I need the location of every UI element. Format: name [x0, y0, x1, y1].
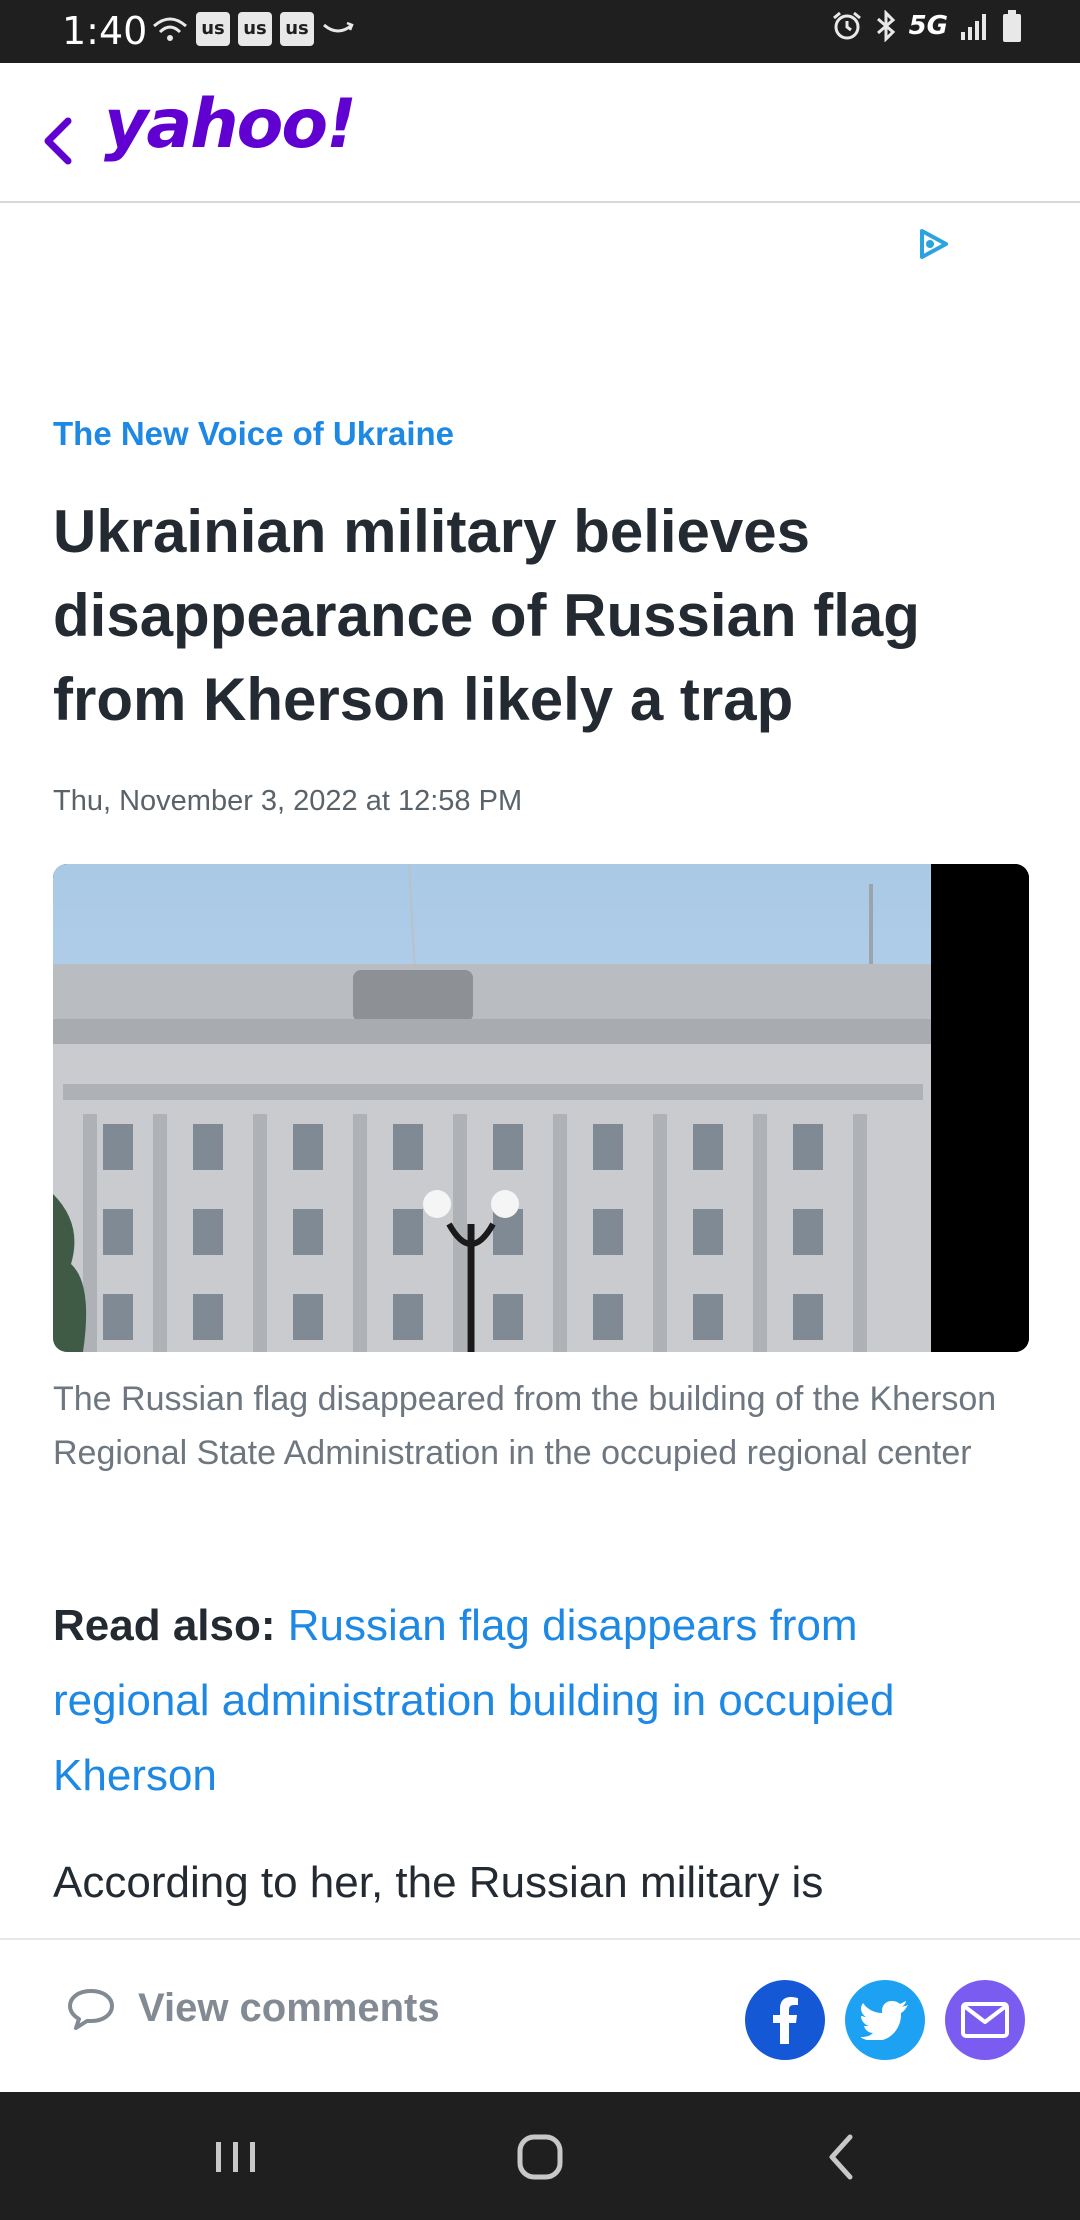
- comment-icon: [68, 1988, 114, 2030]
- back-icon[interactable]: [802, 2122, 882, 2192]
- share-twitter-button[interactable]: [845, 1980, 925, 2060]
- app-header: yahoo!: [0, 63, 1080, 203]
- system-nav-bar: [0, 2092, 1080, 2220]
- yahoo-logo[interactable]: yahoo!: [104, 85, 357, 164]
- share-facebook-button[interactable]: [745, 1980, 825, 2060]
- ad-slot: [0, 203, 1080, 383]
- article-image[interactable]: [53, 864, 1029, 1352]
- battery-icon: [1003, 10, 1021, 42]
- us-app-icon: us: [238, 12, 272, 46]
- article-source[interactable]: The New Voice of Ukraine: [53, 415, 454, 453]
- bluetooth-icon: [876, 10, 895, 42]
- read-also: Read also: Russian flag disappears from …: [53, 1588, 1013, 1813]
- view-comments-button[interactable]: View comments: [66, 1986, 440, 2031]
- facebook-icon: [773, 1997, 798, 2044]
- system-icons: 5G: [831, 10, 1022, 42]
- home-icon[interactable]: [500, 2122, 580, 2192]
- signal-icon: [961, 14, 986, 40]
- twitter-icon: [861, 2001, 908, 2040]
- recents-icon[interactable]: [196, 2122, 276, 2192]
- article-date: Thu, November 3, 2022 at 12:58 PM: [53, 785, 523, 817]
- amazon-icon: [323, 21, 354, 33]
- us-app-icon: us: [280, 12, 314, 46]
- wifi-calling-icon: [153, 17, 187, 41]
- status-bar: 1:40 us us us 5G: [0, 0, 1080, 63]
- view-comments-label: View comments: [138, 1986, 440, 2030]
- chevron-left-icon[interactable]: [38, 111, 78, 171]
- article-action-bar: View comments: [0, 1938, 1080, 2094]
- mail-icon: [961, 2002, 1009, 2038]
- building-photo: [53, 864, 1029, 1352]
- image-caption: The Russian flag disappeared from the bu…: [53, 1380, 997, 1472]
- article-headline: Ukrainian military believes disappearanc…: [53, 498, 920, 733]
- adchoices-icon[interactable]: [916, 227, 950, 261]
- network-type-label: 5G: [908, 11, 948, 41]
- us-app-icon: us: [196, 12, 230, 46]
- read-also-label: Read also:: [53, 1601, 276, 1650]
- status-time: 1:40: [62, 9, 148, 53]
- notification-icons: us us us: [152, 12, 354, 46]
- article-body: According to her, the Russian military i…: [53, 1858, 824, 1907]
- alarm-icon: [832, 11, 861, 40]
- share-mail-button[interactable]: [945, 1980, 1025, 2060]
